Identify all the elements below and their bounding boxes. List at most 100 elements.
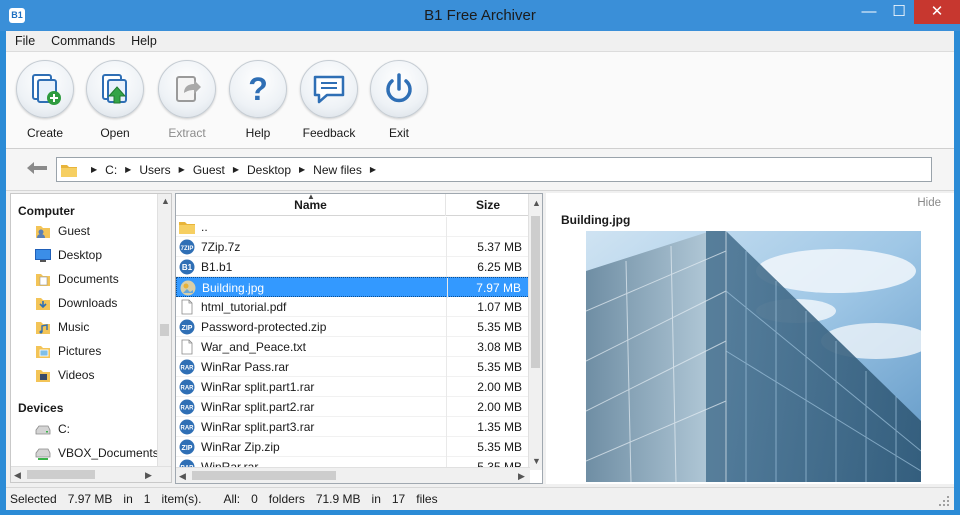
column-divider: [446, 217, 447, 237]
svg-text:ZIP: ZIP: [182, 445, 193, 452]
back-arrow-icon[interactable]: [26, 161, 50, 177]
svg-text:RAR: RAR: [181, 366, 195, 372]
file-row[interactable]: 7ZIP 7Zip.7z 5.37 MB: [176, 237, 530, 257]
create-button[interactable]: Create: [5, 60, 85, 140]
column-divider: [447, 278, 448, 298]
scroll-up-icon[interactable]: ▲: [532, 198, 541, 208]
file-row[interactable]: RAR WinRar split.part2.rar 2.00 MB: [176, 397, 530, 417]
column-name[interactable]: Name: [176, 194, 446, 216]
computer-heading: Computer: [18, 204, 75, 218]
file-list-horizontal-scrollbar[interactable]: ◀ ▶: [176, 467, 530, 483]
column-divider: [446, 337, 447, 357]
file-row[interactable]: html_tutorial.pdf 1.07 MB: [176, 297, 530, 317]
file-name: Building.jpg: [202, 281, 265, 295]
status-folders-label: folders: [268, 492, 305, 506]
file-row[interactable]: ZIP Password-protected.zip 5.35 MB: [176, 317, 530, 337]
tree-item-guest[interactable]: Guest: [35, 222, 90, 240]
breadcrumb-users[interactable]: Users: [139, 163, 170, 177]
scroll-up-icon[interactable]: ▲: [161, 196, 170, 206]
scroll-left-icon[interactable]: ◀: [14, 470, 21, 481]
tree-item-videos[interactable]: Videos: [35, 366, 94, 384]
breadcrumb-new-files[interactable]: New files: [313, 163, 362, 177]
svg-text:ZIP: ZIP: [182, 325, 193, 332]
file-row[interactable]: RAR WinRar Pass.rar 5.35 MB: [176, 357, 530, 377]
folder-icon: [61, 164, 77, 177]
file-row[interactable]: B1 B1.b1 6.25 MB: [176, 257, 530, 277]
file-row[interactable]: RAR WinRar split.part3.rar 1.35 MB: [176, 417, 530, 437]
status-files-label: files: [416, 492, 438, 506]
file-size: 3.08 MB: [477, 340, 522, 354]
scroll-right-icon[interactable]: ▶: [518, 471, 525, 482]
scroll-thumb[interactable]: [531, 216, 540, 368]
minimize-button[interactable]: —: [854, 0, 884, 24]
breadcrumb-c[interactable]: C:: [105, 163, 117, 177]
user-folder-icon: [36, 226, 50, 238]
column-size[interactable]: Size: [446, 194, 530, 216]
feedback-button[interactable]: Feedback: [289, 60, 369, 140]
tree-horizontal-scrollbar[interactable]: ◀ ▶: [11, 466, 171, 482]
scroll-thumb[interactable]: [192, 471, 336, 480]
extract-icon: [176, 76, 201, 102]
hide-preview-link[interactable]: Hide: [917, 197, 941, 209]
crumb-arrow-icon[interactable]: ▶: [91, 165, 97, 174]
tree-vertical-scrollbar[interactable]: ▲: [157, 194, 171, 466]
menu-file[interactable]: File: [6, 31, 42, 51]
file-list-vertical-scrollbar[interactable]: ▲ ▼: [528, 194, 542, 470]
svg-text:RAR: RAR: [181, 426, 195, 432]
address-bar-area: ▶ C: ▶ Users ▶ Guest ▶ Desktop ▶ New files ▶: [6, 149, 954, 191]
7zip-archive-icon: 7ZIP: [179, 239, 195, 255]
status-selected-size: 7.97 MB: [67, 492, 113, 506]
file-row[interactable]: ZIP WinRar Zip.zip 5.35 MB: [176, 437, 530, 457]
crumb-arrow-icon[interactable]: ▶: [299, 165, 305, 174]
scroll-thumb[interactable]: [160, 324, 169, 336]
tree-item-documents[interactable]: Documents: [35, 270, 119, 288]
crumb-arrow-icon[interactable]: ▶: [179, 165, 185, 174]
file-row[interactable]: Building.jpg 7.97 MB: [176, 277, 530, 298]
b1-archive-icon: B1: [179, 259, 195, 275]
open-button[interactable]: Open: [75, 60, 155, 140]
svg-text:?: ?: [248, 71, 268, 107]
maximize-button[interactable]: ☐: [884, 0, 914, 24]
file-size: 5.35 MB: [477, 440, 522, 454]
extract-button[interactable]: Extract: [147, 60, 227, 140]
file-size: 2.00 MB: [477, 380, 522, 394]
file-size: 5.35 MB: [477, 320, 522, 334]
file-row[interactable]: War_and_Peace.txt 3.08 MB: [176, 337, 530, 357]
menu-commands[interactable]: Commands: [42, 31, 122, 51]
tree-item-vbox[interactable]: VBOX_Documents (E: [35, 444, 171, 462]
menu-help[interactable]: Help: [122, 31, 164, 51]
tree-item-drive-c[interactable]: C:: [35, 420, 70, 438]
crumb-arrow-icon[interactable]: ▶: [125, 165, 131, 174]
scroll-right-icon[interactable]: ▶: [145, 470, 152, 481]
help-button[interactable]: ? Help: [218, 60, 298, 140]
tree-item-music[interactable]: Music: [35, 318, 89, 336]
scroll-left-icon[interactable]: ◀: [179, 471, 186, 482]
file-row[interactable]: RAR WinRar split.part1.rar 2.00 MB: [176, 377, 530, 397]
breadcrumb-desktop[interactable]: Desktop: [247, 163, 291, 177]
status-in-label: in: [123, 492, 133, 506]
file-list: ▲ Name Size .. 7ZIP 7Zip.7z 5.37 MB B1 B1.b1 6…: [175, 193, 543, 484]
column-divider: [446, 297, 447, 317]
tree-item-label: C:: [58, 422, 70, 436]
crumb-arrow-icon[interactable]: ▶: [370, 165, 376, 174]
tree-item-pictures[interactable]: Pictures: [35, 342, 101, 360]
breadcrumb-guest[interactable]: Guest: [193, 163, 225, 177]
resize-grip-icon[interactable]: [938, 495, 950, 507]
svg-text:B1: B1: [182, 263, 193, 272]
tree-item-label: Desktop: [58, 248, 103, 262]
column-divider: [446, 257, 447, 277]
close-button[interactable]: ✕: [914, 0, 960, 24]
feedback-chat-icon: [313, 75, 345, 104]
scroll-thumb[interactable]: [27, 470, 95, 479]
exit-button[interactable]: Exit: [359, 60, 439, 140]
toolbar: Create Open Extract ? Help Feedback Exit: [6, 51, 954, 149]
address-bar[interactable]: ▶ C: ▶ Users ▶ Guest ▶ Desktop ▶ New files ▶: [56, 157, 932, 182]
file-row[interactable]: ..: [176, 217, 530, 237]
window-title: B1 Free Archiver: [424, 7, 536, 24]
document-icon: [179, 299, 195, 315]
crumb-arrow-icon[interactable]: ▶: [233, 165, 239, 174]
tree-item-downloads[interactable]: Downloads: [35, 294, 117, 312]
tree-item-desktop[interactable]: Desktop: [35, 246, 102, 264]
column-divider: [446, 437, 447, 457]
scroll-down-icon[interactable]: ▼: [532, 456, 541, 466]
